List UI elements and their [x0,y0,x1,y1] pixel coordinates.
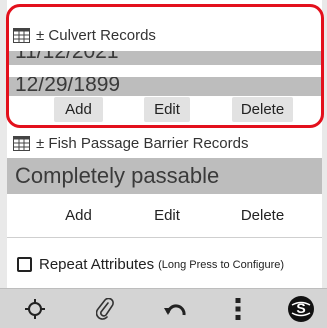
fish-passage-value[interactable]: Completely passable [7,158,322,194]
fish-add-button[interactable]: Add [54,203,103,228]
paperclip-icon[interactable] [91,295,119,323]
repeat-attributes-row[interactable]: Repeat Attributes (Long Press to Configu… [17,256,284,273]
divider [7,237,322,238]
repeat-attributes-hint: (Long Press to Configure) [158,258,285,271]
highlight-outline [6,4,324,128]
bottom-toolbar: S [0,288,327,328]
repeat-attributes-label: Repeat Attributes [39,256,155,273]
fish-delete-button[interactable]: Delete [232,203,293,228]
crosshair-icon[interactable] [21,295,49,323]
logo-icon[interactable]: S [286,294,316,324]
undo-icon[interactable] [161,295,189,323]
fish-passage-records-header[interactable]: ± Fish Passage Barrier Records [13,135,248,152]
fish-edit-button[interactable]: Edit [144,203,190,228]
fish-passage-records-title: ± Fish Passage Barrier Records [36,135,249,152]
more-vertical-icon[interactable] [224,295,252,323]
repeat-attributes-checkbox[interactable] [17,257,32,272]
logo-text: S [296,300,306,316]
table-icon [13,136,30,151]
